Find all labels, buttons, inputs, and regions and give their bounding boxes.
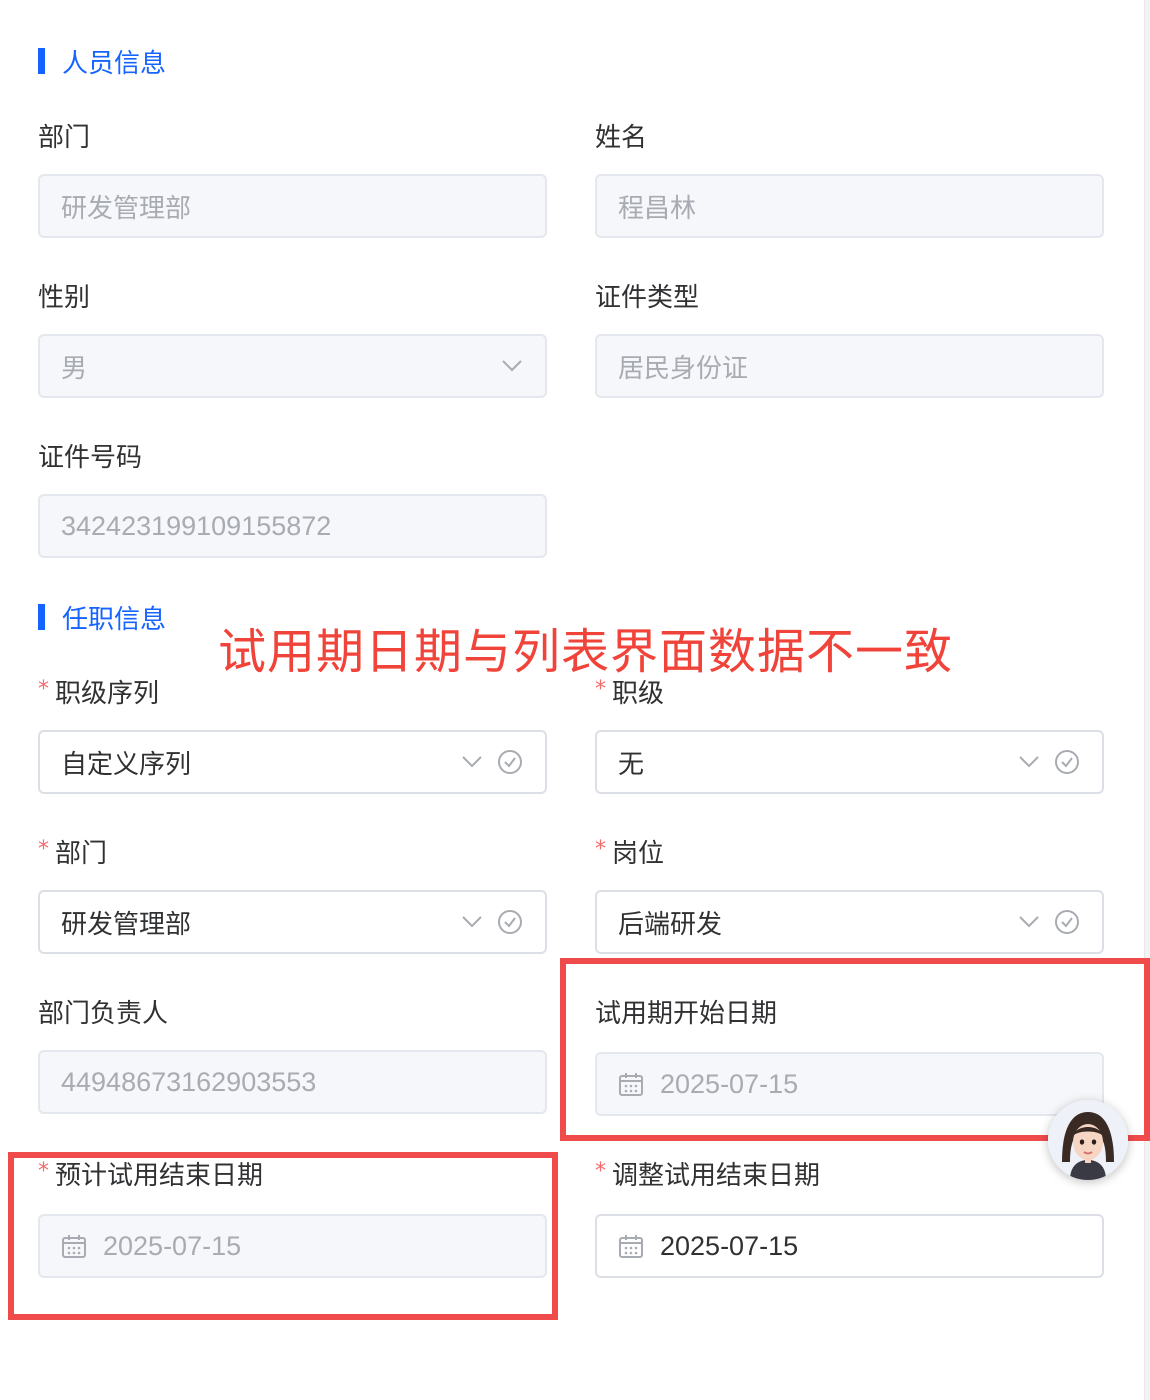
name-label-text: 姓名 [595,122,648,153]
section-title-text: 人员信息 [62,48,167,79]
job-level-value: 无 [618,749,645,780]
department-label-text: 部门 [38,122,91,153]
id-number-value: 342423199109155872 [61,510,332,541]
section-accent-bar [38,604,45,630]
adjusted-probation-end-label: * 调整试用结束日期 [595,1156,821,1191]
check-circle-icon [1055,750,1079,774]
annotation-text: 试用期日期与列表界面数据不一致 [218,624,954,680]
section-accent-bar [38,48,45,74]
dept-head-field: 44948673162903553 [38,1050,547,1114]
gender-select: 男 [38,334,547,398]
job-level-label: * 职级 [595,674,665,709]
required-mark: * [38,676,49,702]
department-field: 研发管理部 [38,174,547,238]
dept-head-label: 部门负责人 [38,994,169,1029]
section-title-text: 任职信息 [62,604,167,635]
assistant-avatar[interactable] [1048,1100,1128,1180]
gender-value: 男 [61,353,88,384]
id-type-label: 证件类型 [595,278,700,313]
id-type-value: 居民身份证 [618,353,749,384]
name-field: 程昌林 [595,174,1104,238]
gender-label-text: 性别 [38,282,91,313]
id-number-field: 342423199109155872 [38,494,547,558]
job-sequence-select[interactable]: 自定义序列 [38,730,547,794]
required-mark: * [595,1158,606,1184]
calendar-icon [618,1233,644,1259]
section-title-personnel: 人员信息 [38,46,166,79]
name-value: 程昌林 [618,193,697,224]
check-circle-icon [498,910,522,934]
section-title-employment: 任职信息 [38,602,166,635]
position-value: 后端研发 [618,909,723,940]
dept-label-text: 部门 [55,838,108,869]
check-circle-icon [498,750,522,774]
required-mark: * [595,836,606,862]
chevron-down-icon[interactable] [461,755,483,769]
department-value: 研发管理部 [61,193,192,224]
job-level-label-text: 职级 [612,678,665,709]
dept-select[interactable]: 研发管理部 [38,890,547,954]
dept-head-value: 44948673162903553 [61,1066,317,1097]
id-type-field: 居民身份证 [595,334,1104,398]
id-type-label-text: 证件类型 [595,282,700,313]
chevron-down-icon [502,360,522,372]
chevron-down-icon[interactable] [1018,755,1040,769]
job-sequence-label-text: 职级序列 [55,678,160,709]
position-select[interactable]: 后端研发 [595,890,1104,954]
chevron-down-icon[interactable] [1018,915,1040,929]
job-level-select[interactable]: 无 [595,730,1104,794]
id-number-label: 证件号码 [38,438,143,473]
position-label: * 岗位 [595,834,665,869]
highlight-box-expected-end [8,1152,558,1320]
scrollbar-track[interactable] [1144,0,1150,1400]
chevron-down-icon[interactable] [461,915,483,929]
name-label: 姓名 [595,118,648,153]
dept-head-label-text: 部门负责人 [38,998,169,1029]
department-label: 部门 [38,118,91,153]
dept-label: * 部门 [38,834,108,869]
required-mark: * [595,676,606,702]
dept-value: 研发管理部 [61,909,192,940]
job-sequence-label: * 职级序列 [38,674,160,709]
check-circle-icon [1055,910,1079,934]
adjusted-probation-end-label-text: 调整试用结束日期 [612,1160,821,1191]
job-sequence-value: 自定义序列 [61,749,192,780]
required-mark: * [38,836,49,862]
adjusted-probation-end-value: 2025-07-15 [660,1230,799,1261]
adjusted-probation-end-date-picker[interactable]: 2025-07-15 [595,1214,1104,1278]
id-number-label-text: 证件号码 [38,442,143,473]
position-label-text: 岗位 [612,838,665,869]
gender-label: 性别 [38,278,91,313]
